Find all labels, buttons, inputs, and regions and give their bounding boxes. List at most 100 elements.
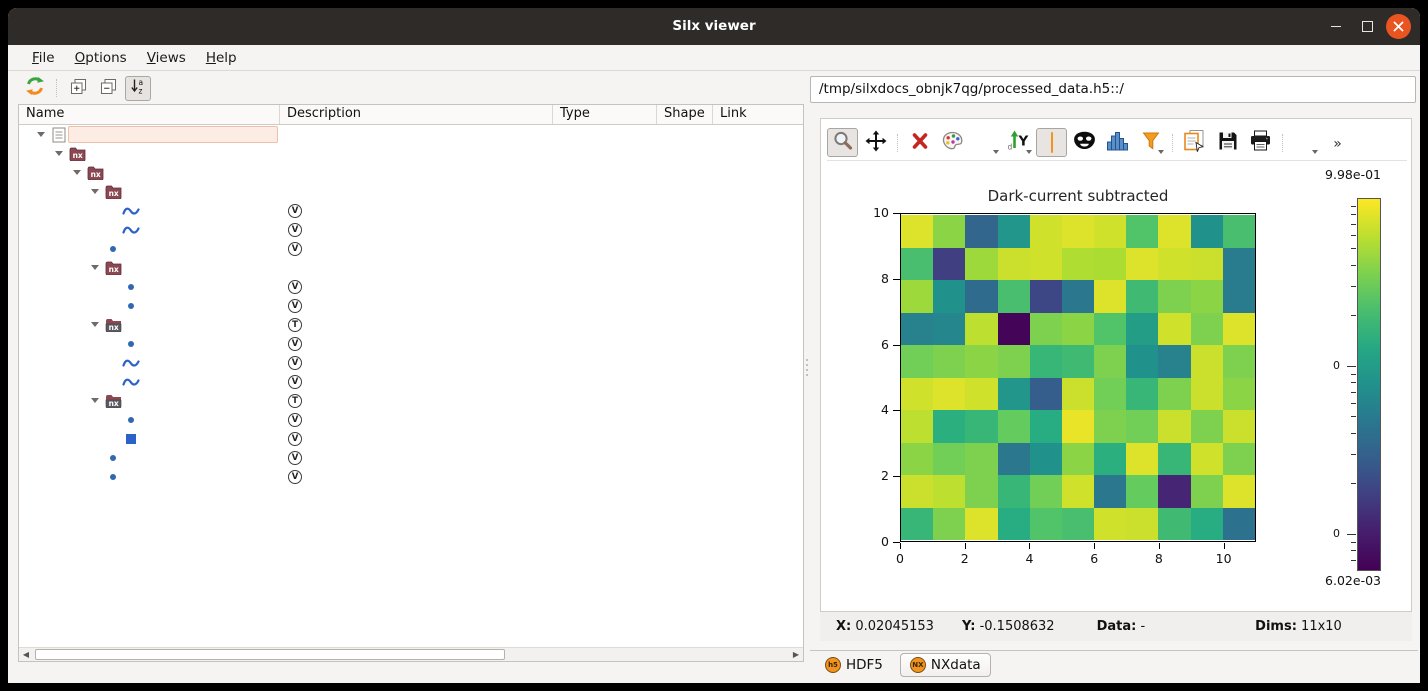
refresh-button[interactable]	[22, 76, 48, 101]
tree-row-plot1d[interactable]: nxT	[19, 315, 803, 334]
tree-row-x[interactable]: V	[19, 353, 803, 372]
expander-icon[interactable]	[55, 151, 63, 156]
status-x: X: 0.02045153	[836, 619, 934, 634]
tree-row-y[interactable]: V	[19, 429, 803, 448]
expander-icon[interactable]	[37, 132, 45, 137]
heatmap-cell	[1062, 345, 1094, 378]
mask-button[interactable]	[1069, 128, 1100, 157]
print-button[interactable]	[1245, 128, 1276, 157]
heatmap-cell	[965, 378, 997, 411]
tree-row-parameters[interactable]: nx	[19, 258, 803, 277]
sort-button[interactable]: az	[125, 76, 151, 101]
column-header-name[interactable]: Name	[19, 105, 280, 124]
expander-icon[interactable]	[73, 170, 81, 175]
heatmap-cell	[965, 248, 997, 281]
tree-toolbar: az	[18, 72, 804, 104]
tree-row-description[interactable]: V	[19, 239, 803, 258]
aspect-ratio-button[interactable]	[970, 128, 1001, 157]
tree-row-y[interactable]: V	[19, 220, 803, 239]
tab-hdf5[interactable]: h5 HDF5	[816, 654, 892, 676]
menu-help[interactable]: Help	[196, 48, 247, 68]
scroll-right-arrow-icon[interactable]: ▶	[789, 648, 803, 661]
circled-V-icon: V	[288, 413, 302, 427]
column-header-description[interactable]: Description	[280, 105, 553, 124]
filter-button[interactable]	[1135, 128, 1166, 157]
column-header-link[interactable]: Link	[713, 105, 803, 124]
histogram-button[interactable]	[1102, 128, 1133, 157]
tab-nxdata[interactable]: NX NXdata	[900, 653, 991, 677]
heatmap-cell	[1126, 313, 1158, 346]
column-header-shape[interactable]: Shape	[657, 105, 713, 124]
nxdata-icon: NX	[910, 657, 926, 673]
colorbar-toggle-button[interactable]	[1036, 128, 1067, 157]
colormap-palette-button[interactable]	[937, 128, 968, 157]
menu-options[interactable]: Options	[65, 48, 137, 68]
colorbar-tick	[1351, 392, 1356, 393]
menu-file[interactable]: File	[22, 48, 65, 68]
zoom-button[interactable]	[827, 128, 858, 157]
collapse-all-button[interactable]	[95, 76, 121, 101]
wave-icon	[122, 357, 140, 369]
expander-icon[interactable]	[91, 398, 99, 403]
save-icon	[1218, 131, 1238, 155]
nx-icon: nx	[86, 166, 104, 180]
wave-icon	[122, 205, 140, 217]
pan-button[interactable]	[860, 128, 891, 157]
expand-all-button[interactable]	[65, 76, 91, 101]
heatmap-cell	[965, 475, 997, 508]
plot2d-widget: dY » Dark-current subtracted 024681002468…	[820, 118, 1412, 612]
save-button[interactable]	[1212, 128, 1243, 157]
horizontal-scrollbar[interactable]: ◀ ▶	[19, 647, 803, 661]
heatmap-cell	[1094, 443, 1126, 476]
dataset-path-field[interactable]: /tmp/silxdocs_obnjk7qg/processed_data.h5…	[810, 76, 1416, 103]
column-header-type[interactable]: Type	[553, 105, 657, 124]
reset-zoom-button[interactable]	[904, 128, 935, 157]
file-icon	[50, 127, 68, 143]
colorbar[interactable]	[1357, 198, 1381, 571]
expander-icon[interactable]	[91, 265, 99, 270]
tree-row-plot2d[interactable]: nxT	[19, 391, 803, 410]
tree-row-entry[interactable]: nx	[19, 144, 803, 163]
tree-row-threshold[interactable]: V	[19, 296, 803, 315]
close-button[interactable]	[1386, 14, 1411, 39]
tree-row-dark_current_level[interactable]: V	[19, 277, 803, 296]
tree-row-data[interactable]: nx	[19, 182, 803, 201]
heatmap-cell	[901, 345, 933, 378]
menu-views[interactable]: Views	[137, 48, 196, 68]
heatmap-image[interactable]	[901, 215, 1255, 540]
x-tick-label: 6	[1090, 551, 1098, 566]
titlebar[interactable]: Silx viewer	[8, 8, 1420, 45]
heatmap-cell	[1094, 345, 1126, 378]
copy-button[interactable]	[1179, 128, 1210, 157]
heatmap-cell	[1223, 378, 1255, 411]
scroll-left-arrow-icon[interactable]: ◀	[19, 648, 33, 661]
profile-line-button[interactable]	[1289, 128, 1320, 157]
tree-row-title[interactable]: V	[19, 334, 803, 353]
dropdown-caret-icon	[1312, 150, 1318, 154]
colormap-palette-icon	[941, 131, 964, 155]
y-tick	[893, 345, 900, 346]
tree-row-software_name[interactable]: V	[19, 448, 803, 467]
nxdata-icon: nx	[104, 318, 122, 332]
heatmap-cell	[1030, 280, 1062, 313]
tree-row-y[interactable]: V	[19, 372, 803, 391]
minimize-button[interactable]	[1323, 14, 1348, 39]
more-button[interactable]: »	[1322, 128, 1353, 157]
tree-row-version[interactable]: V	[19, 467, 803, 486]
expander-icon[interactable]	[91, 322, 99, 327]
heatmap-cell	[998, 508, 1030, 541]
tree-row-x[interactable]: V	[19, 201, 803, 220]
close-icon	[1393, 21, 1404, 32]
expander-icon[interactable]	[91, 189, 99, 194]
heatmap-cell	[1158, 410, 1190, 443]
tree-row-processed_data.h5[interactable]	[19, 125, 803, 144]
heatmap-cell	[1030, 475, 1062, 508]
y-axis-orientation-button[interactable]: dY	[1003, 128, 1034, 157]
tree-row-process[interactable]: nx	[19, 163, 803, 182]
maximize-button[interactable]	[1355, 14, 1380, 39]
heatmap-cell	[1191, 410, 1223, 443]
plot-canvas[interactable]: Dark-current subtracted 02468100246810 9…	[821, 165, 1411, 579]
circled-V-icon: V	[288, 204, 302, 218]
scrollbar-thumb[interactable]	[35, 649, 505, 660]
tree-row-title[interactable]: V	[19, 410, 803, 429]
